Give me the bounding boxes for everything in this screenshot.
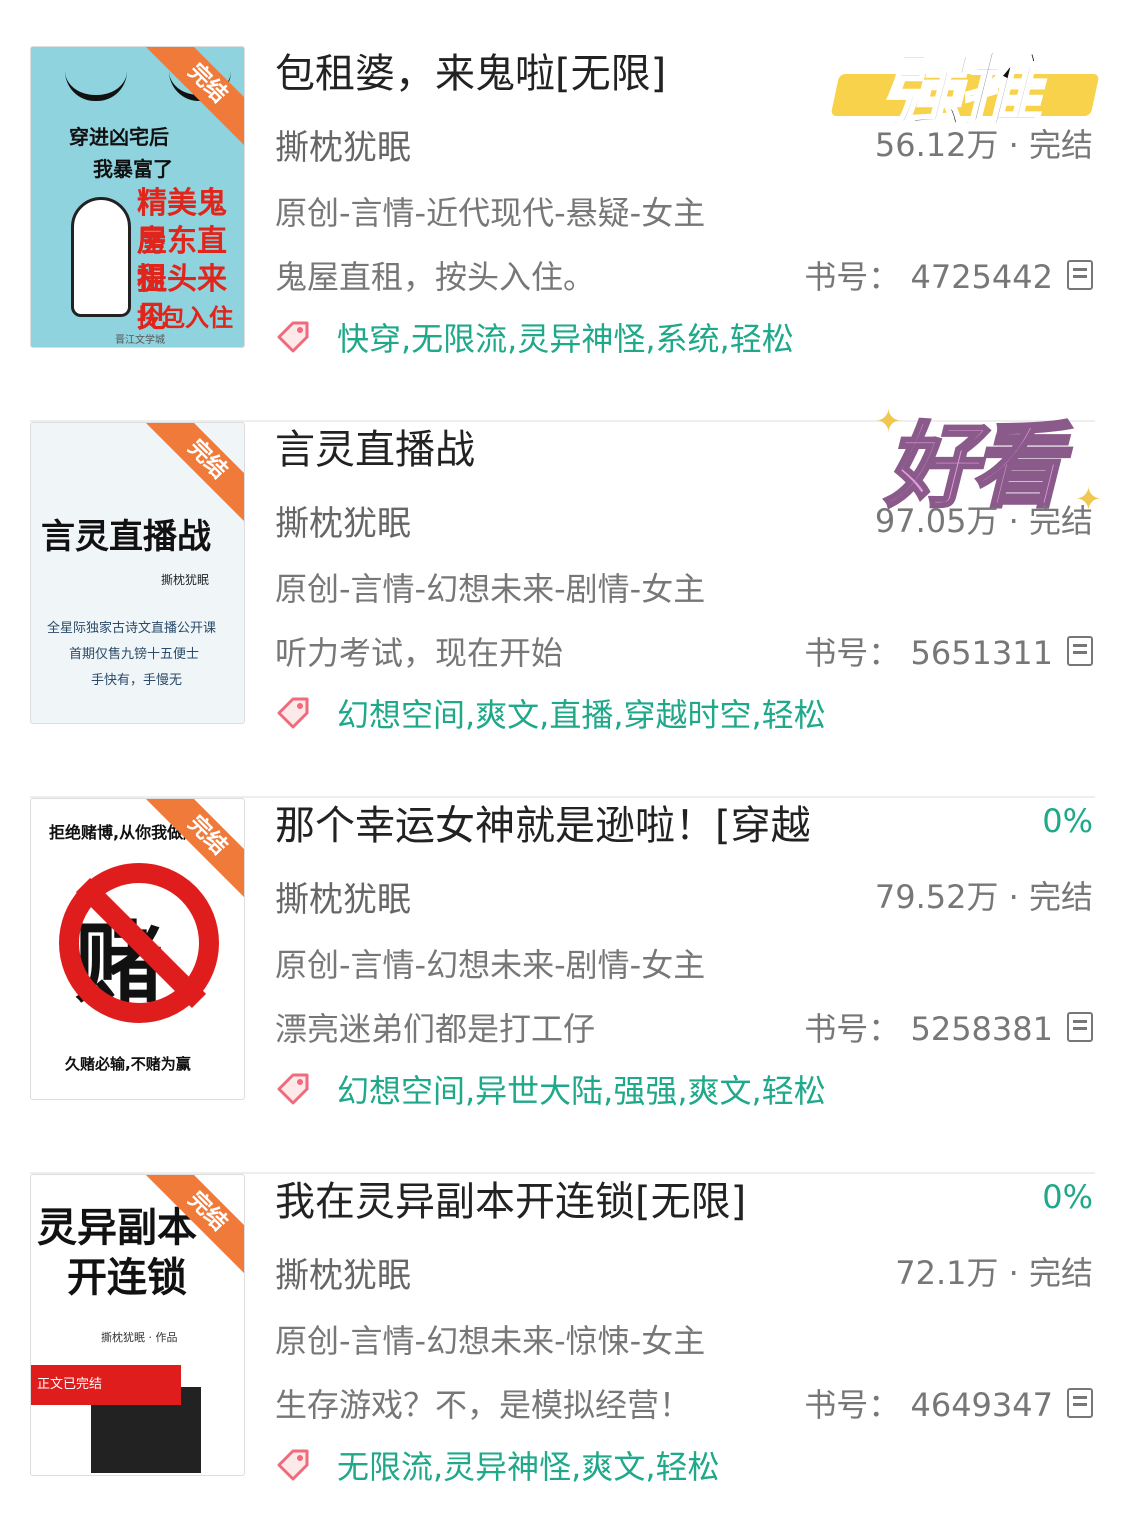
book-author[interactable]: 撕枕犹眠	[275, 496, 411, 545]
tags-row: 幻想空间,爽文,直播,穿越时空,轻松	[275, 690, 826, 736]
recommend-stamp: 强推	[830, 30, 1100, 141]
book-tags[interactable]: 快穿,无限流,灵异神怪,系统,轻松	[337, 314, 794, 360]
tags-row: 无限流,灵异神怪,爽文,轻松	[275, 1442, 720, 1488]
book-title[interactable]: 那个幸运女神就是逊啦！[穿越	[275, 798, 811, 854]
book-genre: 原创-言情-近代现代-悬疑-女主	[275, 194, 706, 232]
book-tags[interactable]: 幻想空间,爽文,直播,穿越时空,轻松	[337, 690, 826, 736]
tag-icon	[277, 1449, 309, 1481]
book-intro: 鬼屋直租，按头入住。	[275, 258, 596, 296]
book-intro: 生存游戏？不，是模拟经营！	[275, 1386, 692, 1424]
book-stat: 97.05万 · 完结	[874, 502, 1093, 540]
cover-title: 言灵直播战	[41, 517, 211, 557]
book-cover-3[interactable]: 拒绝赌博,从你我做起 赌 久赌必输,不赌为赢 完结	[30, 798, 245, 1100]
copy-icon[interactable]	[1067, 260, 1093, 290]
book-item-3[interactable]: 拒绝赌博,从你我做起 赌 久赌必输,不赌为赢 完结 那个幸运女神就是逊啦！[穿越…	[0, 798, 1125, 1174]
book-id-text: 书号： 5651311	[804, 634, 1053, 672]
copy-icon[interactable]	[1067, 1388, 1093, 1418]
book-stat: 72.1万 · 完结	[895, 1254, 1093, 1292]
book-cover-2[interactable]: 言灵直播战 撕枕犹眠 全星际独家古诗文直播公开课 首期仅售九镑十五便士 手快有，…	[30, 422, 245, 724]
tag-icon	[277, 697, 309, 729]
book-genre: 原创-言情-幻想未来-剧情-女主	[275, 946, 706, 984]
book-stat: 79.52万 · 完结	[874, 878, 1093, 916]
book-id-text: 书号： 4649347	[804, 1386, 1053, 1424]
book-id[interactable]: 书号： 4649347	[804, 1380, 1093, 1426]
cover-by: 撕枕犹眠 · 作品	[101, 1331, 178, 1344]
book-genre: 原创-言情-幻想未来-剧情-女主	[275, 570, 706, 608]
cover-line1: 穿进凶宅后	[69, 125, 169, 149]
book-item-4[interactable]: 灵异副本 开连锁 撕枕犹眠 · 作品 正文已完结 完结 我在灵异副本开连锁[无限…	[0, 1174, 1125, 1535]
cover-line1: 全星际独家古诗文直播公开课	[47, 621, 217, 636]
book-id-text: 书号： 5258381	[804, 1010, 1053, 1048]
book-item-1[interactable]: 穿进凶宅后 我暴富了 精美鬼屋 房东直租 提头来见 拎包入住 晋江文学城 完结 …	[0, 43, 1125, 422]
cover-eye-left	[65, 71, 127, 101]
cover-line3: 手快有，手慢无	[91, 673, 183, 688]
book-title[interactable]: 我在灵异副本开连锁[无限]	[275, 1174, 746, 1230]
book-tags[interactable]: 无限流,灵异神怪,爽文,轻松	[337, 1442, 720, 1488]
tags-row: 快穿,无限流,灵异神怪,系统,轻松	[275, 314, 794, 360]
cover-line2: 我暴富了	[93, 157, 173, 181]
read-progress: 0%	[1042, 1178, 1093, 1216]
book-cover-1[interactable]: 穿进凶宅后 我暴富了 精美鬼屋 房东直租 提头来见 拎包入住 晋江文学城 完结	[30, 46, 245, 348]
book-author[interactable]: 撕枕犹眠	[275, 1248, 411, 1297]
book-item-2[interactable]: 言灵直播战 撕枕犹眠 全星际独家古诗文直播公开课 首期仅售九镑十五便士 手快有，…	[0, 402, 1125, 798]
tags-row: 幻想空间,异世大陆,强强,爽文,轻松	[275, 1066, 826, 1112]
book-stat: 56.12万 · 完结	[874, 126, 1093, 164]
cover-line2: 首期仅售九镑十五便士	[69, 647, 200, 662]
cover-title-line1: 灵异副本	[37, 1205, 197, 1251]
book-title[interactable]: 言灵直播战	[275, 422, 475, 478]
book-title[interactable]: 包租婆，来鬼啦[无限]	[275, 46, 666, 102]
copy-icon[interactable]	[1067, 1012, 1093, 1042]
book-intro: 漂亮迷弟们都是打工仔	[275, 1010, 596, 1048]
tag-icon	[277, 321, 309, 353]
book-id[interactable]: 书号： 5651311	[804, 628, 1093, 674]
cover-title-line2: 开连锁	[67, 1255, 187, 1301]
copy-icon[interactable]	[1067, 636, 1093, 666]
book-author[interactable]: 撕枕犹眠	[275, 872, 411, 921]
book-id[interactable]: 书号： 4725442	[804, 252, 1093, 298]
book-id-text: 书号： 4725442	[804, 258, 1053, 296]
tag-icon	[277, 1073, 309, 1105]
book-author[interactable]: 撕枕犹眠	[275, 120, 411, 169]
cover-rabbit	[71, 197, 131, 317]
cover-brand: 晋江文学城	[115, 335, 165, 346]
book-cover-4[interactable]: 灵异副本 开连锁 撕枕犹眠 · 作品 正文已完结 完结	[30, 1174, 245, 1476]
book-tags[interactable]: 幻想空间,异世大陆,强强,爽文,轻松	[337, 1066, 826, 1112]
cover-author: 撕枕犹眠	[161, 573, 210, 587]
book-intro: 听力考试，现在开始	[275, 634, 564, 672]
cover-banner: 正文已完结	[31, 1365, 181, 1405]
cover-foot: 久赌必输,不赌为赢	[65, 1055, 191, 1073]
book-id[interactable]: 书号： 5258381	[804, 1004, 1093, 1050]
book-genre: 原创-言情-幻想未来-惊悚-女主	[275, 1322, 706, 1360]
read-progress: 0%	[1042, 802, 1093, 840]
